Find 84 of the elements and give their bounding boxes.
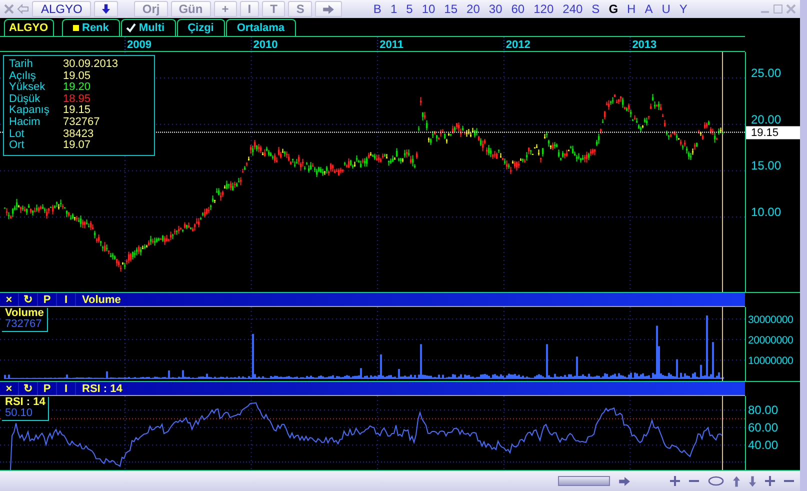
period-button[interactable]: B	[370, 2, 384, 16]
info-value: 18.95	[63, 94, 92, 105]
plus-icon[interactable]	[670, 476, 680, 486]
axis-label: 60.00	[748, 420, 778, 434]
up-arrow-icon[interactable]	[733, 476, 740, 486]
indicator-title: Volume	[81, 294, 121, 306]
legend-name: Volume	[5, 308, 44, 319]
plus-icon[interactable]	[765, 476, 775, 486]
indicator-tool-button[interactable]: P	[38, 293, 57, 306]
indicator-tool-button[interactable]: ×	[0, 382, 19, 395]
right-arrow-icon[interactable]	[619, 476, 630, 486]
indicator-tool-button[interactable]: ↻	[19, 293, 38, 306]
down-arrow-icon	[102, 4, 110, 14]
close-icon[interactable]	[4, 4, 14, 14]
period-button[interactable]: 30	[486, 2, 506, 16]
legend-value: 732767	[5, 319, 43, 330]
chart-tab[interactable]: Çizgi	[176, 19, 225, 36]
price-axis-label: 25.00	[751, 66, 782, 80]
info-label: Tarih	[9, 59, 34, 71]
indicator-tool-button[interactable]: I	[57, 382, 76, 395]
period-button[interactable]: A	[642, 2, 656, 16]
info-value: 30.09.2013	[63, 59, 120, 71]
axis-label: 20000000	[748, 334, 794, 346]
period-button[interactable]: H	[624, 2, 639, 16]
right-arrow-button[interactable]	[315, 1, 342, 17]
period-button[interactable]: 1	[387, 2, 400, 16]
year-label: 2010	[253, 39, 278, 51]
info-label: Lot	[9, 128, 26, 140]
chart-tab[interactable]: Multi	[120, 19, 176, 36]
axis-label: 10000000	[748, 355, 794, 367]
year-label: 2011	[380, 39, 404, 51]
indicator-tool-button[interactable]: P	[38, 382, 57, 395]
period-button[interactable]: 240	[560, 2, 586, 16]
period-button[interactable]: 120	[530, 2, 557, 16]
chart-tab[interactable]: Ortalama	[226, 19, 296, 36]
legend-name: RSI : 14	[5, 397, 46, 408]
year-label: 2012	[506, 39, 530, 51]
indicator-tool-button[interactable]: I	[57, 293, 76, 306]
period-button[interactable]: U	[658, 2, 674, 16]
checkmark-icon	[126, 23, 136, 33]
period-button[interactable]: 20	[464, 2, 483, 16]
axis-label: 30000000	[748, 314, 794, 326]
legend-value: 50.10	[5, 408, 34, 419]
indicator-title: RSI : 14	[81, 382, 122, 394]
price-axis-label: 15.00	[751, 158, 782, 173]
period-button[interactable]: 5	[403, 2, 416, 16]
info-label: Düşük	[9, 94, 40, 106]
period-button[interactable]: S	[588, 2, 603, 16]
color-swatch-icon	[73, 25, 79, 31]
symbol-button[interactable]: ALGYO	[32, 1, 92, 17]
down-arrow-icon[interactable]	[749, 476, 756, 486]
symbol-tab[interactable]: ALGYO	[4, 19, 54, 36]
right-arrow-icon	[323, 4, 334, 14]
period-button[interactable]: Y	[676, 2, 690, 16]
chart-tab[interactable]: Renk	[62, 19, 120, 36]
period-button[interactable]: 60	[508, 2, 528, 16]
left-arrow-icon[interactable]	[17, 4, 29, 14]
info-value: 38423	[63, 128, 95, 140]
price-axis-label: 20.00	[751, 112, 782, 126]
ellipse-icon[interactable]	[708, 476, 724, 486]
info-label: Ort	[9, 140, 26, 152]
last-price-label: 19.15	[746, 126, 800, 140]
axis-label: 80.00	[748, 403, 778, 417]
info-label: Açılış	[9, 70, 37, 82]
period-button[interactable]: 10	[418, 2, 438, 16]
toolbar-button[interactable]: T	[262, 1, 286, 17]
year-label: 2009	[127, 39, 152, 51]
info-value: 19.15	[63, 105, 92, 117]
indicator-tool-button[interactable]: ↻	[19, 382, 38, 395]
year-label: 2013	[632, 39, 657, 51]
axis-label: 40.00	[748, 438, 778, 452]
info-label: Kapanış	[9, 105, 50, 117]
period-button[interactable]: 15	[441, 2, 461, 16]
scrollbar-thumb[interactable]	[558, 476, 610, 486]
indicator-tool-button[interactable]: ×	[0, 293, 19, 306]
info-label: Yüksek	[9, 82, 46, 94]
info-value: 19.05	[63, 70, 92, 82]
info-value: 732767	[63, 116, 101, 129]
download-button[interactable]	[94, 1, 118, 17]
period-button[interactable]: G	[606, 2, 622, 16]
price-axis-label: 10.00	[751, 205, 782, 220]
info-label: Hacim	[9, 116, 42, 129]
info-value: 19.07	[63, 140, 92, 152]
info-value: 19.20	[63, 82, 92, 94]
